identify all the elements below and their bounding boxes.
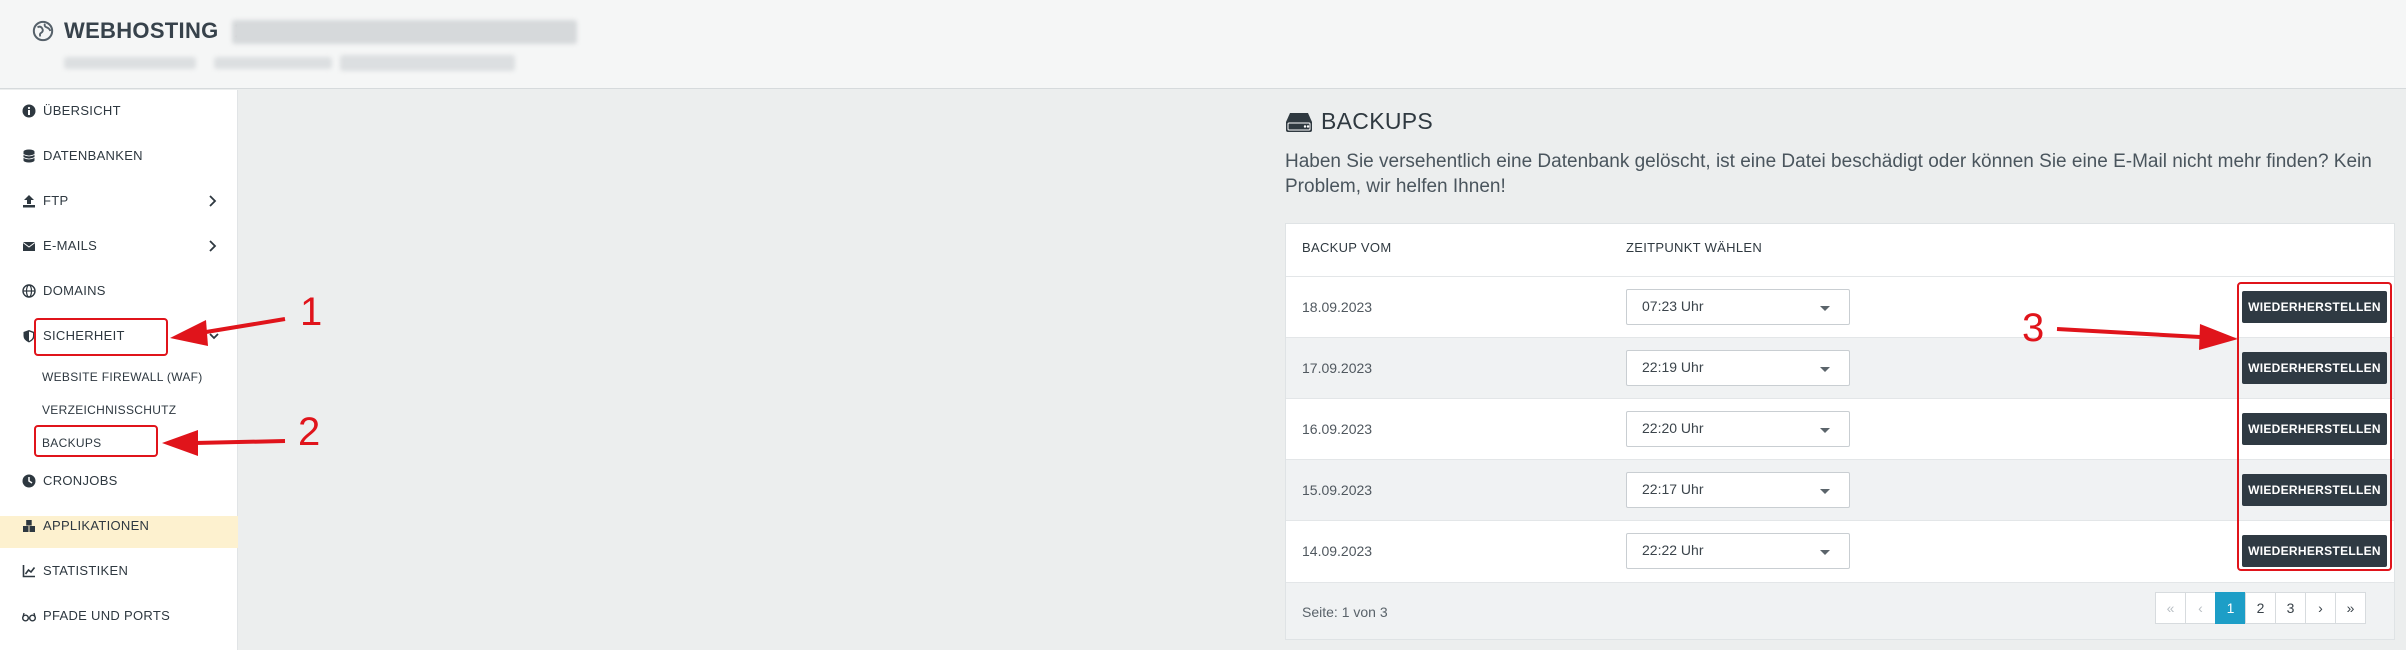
- annotation-number-2: 2: [298, 410, 321, 454]
- caret-down-icon: [1820, 367, 1830, 372]
- globe-icon: [22, 284, 36, 298]
- pagination: « ‹ 1 2 3 › »: [2155, 592, 2366, 624]
- backups-table: BACKUP VOM ZEITPUNKT WÄHLEN 18.09.2023 0…: [1285, 223, 2395, 640]
- time-select-value: 22:20 Uhr: [1642, 420, 1704, 436]
- table-footer: Seite: 1 von 3 « ‹ 1 2 3 › »: [1286, 582, 2394, 639]
- backup-date: 17.09.2023: [1302, 360, 1373, 376]
- sidebar-item-cronjobs[interactable]: CRONJOBS: [0, 469, 238, 493]
- pagination-info: Seite: 1 von 3: [1302, 604, 1388, 620]
- pagination-last-button[interactable]: »: [2335, 592, 2366, 624]
- sidebar-item-label: DATENBANKEN: [43, 148, 143, 163]
- sidebar-item-label: FTP: [43, 193, 69, 208]
- time-select[interactable]: 22:20 Uhr: [1626, 411, 1850, 447]
- pagination-page-2[interactable]: 2: [2245, 592, 2276, 624]
- column-header-backup-vom: BACKUP VOM: [1302, 240, 1392, 255]
- sidebar: ÜBERSICHT DATENBANKEN FTP E-MAILS DOMAIN…: [0, 90, 238, 650]
- sidebar-item-label: DOMAINS: [43, 283, 106, 298]
- sidebar-subitem-verzeichnisschutz[interactable]: VERZEICHNISSCHUTZ: [42, 403, 176, 417]
- upload-icon: [23, 195, 35, 208]
- database-icon: [23, 149, 35, 163]
- annotation-box-sicherheit: [34, 318, 168, 356]
- annotation-box-restore-buttons: [2237, 282, 2392, 571]
- redacted-domain: [232, 20, 577, 44]
- chevron-right-icon: [209, 195, 217, 207]
- pagination-first-button[interactable]: «: [2155, 592, 2186, 624]
- sidebar-item-label: PFADE UND PORTS: [43, 608, 171, 623]
- table-row: 18.09.2023 07:23 Uhr WIEDERHERSTELLEN: [1286, 276, 2394, 337]
- pagination-page-3[interactable]: 3: [2275, 592, 2306, 624]
- page-title-text: BACKUPS: [1321, 108, 1434, 134]
- page-description: Haben Sie versehentlich eine Datenbank g…: [1285, 151, 2372, 197]
- glasses-icon: [22, 612, 36, 622]
- sidebar-item-domains[interactable]: DOMAINS: [0, 279, 238, 303]
- redacted-info: [64, 57, 196, 69]
- time-select-value: 07:23 Uhr: [1642, 298, 1704, 314]
- time-select-value: 22:19 Uhr: [1642, 359, 1704, 375]
- sidebar-item-datenbanken[interactable]: DATENBANKEN: [0, 144, 238, 168]
- table-row: 16.09.2023 22:20 Uhr WIEDERHERSTELLEN: [1286, 398, 2394, 459]
- info-circle-icon: [22, 104, 36, 118]
- table-row: 14.09.2023 22:22 Uhr WIEDERHERSTELLEN: [1286, 520, 2394, 581]
- column-header-zeitpunkt: ZEITPUNKT WÄHLEN: [1626, 240, 1763, 255]
- sidebar-item-label: STATISTIKEN: [43, 563, 129, 578]
- globe-icon: [32, 20, 54, 42]
- sidebar-item-emails[interactable]: E-MAILS: [0, 234, 238, 258]
- backup-date: 15.09.2023: [1302, 482, 1373, 498]
- sidebar-item-label: ÜBERSICHT: [43, 103, 121, 118]
- caret-down-icon: [1820, 428, 1830, 433]
- breadcrumb: WEBHOSTING: [32, 18, 247, 44]
- clock-icon: [22, 474, 36, 488]
- page-header: WEBHOSTING: [0, 0, 2406, 89]
- sidebar-item-statistiken[interactable]: STATISTIKEN: [0, 559, 238, 583]
- backup-date: 16.09.2023: [1302, 421, 1373, 437]
- caret-down-icon: [1820, 550, 1830, 555]
- table-row: 17.09.2023 22:19 Uhr WIEDERHERSTELLEN: [1286, 337, 2394, 398]
- page-title: BACKUPS: [1285, 108, 1433, 135]
- sidebar-item-pfade-und-ports[interactable]: PFADE UND PORTS: [0, 604, 238, 628]
- pagination-prev-button[interactable]: ‹: [2185, 592, 2216, 624]
- chart-line-icon: [22, 565, 36, 578]
- time-select[interactable]: 07:23 Uhr: [1626, 289, 1850, 325]
- annotation-number-1: 1: [300, 290, 323, 334]
- sidebar-item-uebersicht[interactable]: ÜBERSICHT: [0, 99, 238, 123]
- sidebar-item-label: APPLIKATIONEN: [43, 518, 150, 533]
- backup-date: 14.09.2023: [1302, 543, 1373, 559]
- time-select[interactable]: 22:22 Uhr: [1626, 533, 1850, 569]
- chevron-down-icon: [209, 333, 219, 340]
- backup-date: 18.09.2023: [1302, 299, 1373, 315]
- sidebar-item-label: CRONJOBS: [43, 473, 118, 488]
- caret-down-icon: [1820, 306, 1830, 311]
- table-row: 15.09.2023 22:17 Uhr WIEDERHERSTELLEN: [1286, 459, 2394, 520]
- redacted-info: [214, 57, 332, 69]
- time-select[interactable]: 22:19 Uhr: [1626, 350, 1850, 386]
- annotation-box-backups: [34, 425, 158, 457]
- breadcrumb-webhosting[interactable]: WEBHOSTING: [64, 18, 219, 44]
- pagination-next-button[interactable]: ›: [2305, 592, 2336, 624]
- pagination-page-1[interactable]: 1: [2215, 592, 2246, 624]
- sidebar-subitem-waf[interactable]: WEBSITE FIREWALL (WAF): [42, 370, 203, 384]
- chevron-right-icon: [209, 240, 217, 252]
- redacted-info: [340, 55, 515, 71]
- hard-drive-icon: [1286, 112, 1312, 132]
- sidebar-item-applikationen[interactable]: APPLIKATIONEN: [0, 514, 238, 538]
- sidebar-item-ftp[interactable]: FTP: [0, 189, 238, 213]
- caret-down-icon: [1820, 489, 1830, 494]
- annotation-number-3: 3: [2022, 306, 2045, 350]
- time-select-value: 22:17 Uhr: [1642, 481, 1704, 497]
- envelope-icon: [22, 242, 36, 251]
- time-select-value: 22:22 Uhr: [1642, 542, 1704, 558]
- time-select[interactable]: 22:17 Uhr: [1626, 472, 1850, 508]
- cubes-icon: [23, 520, 35, 532]
- sidebar-item-label: E-MAILS: [43, 238, 98, 253]
